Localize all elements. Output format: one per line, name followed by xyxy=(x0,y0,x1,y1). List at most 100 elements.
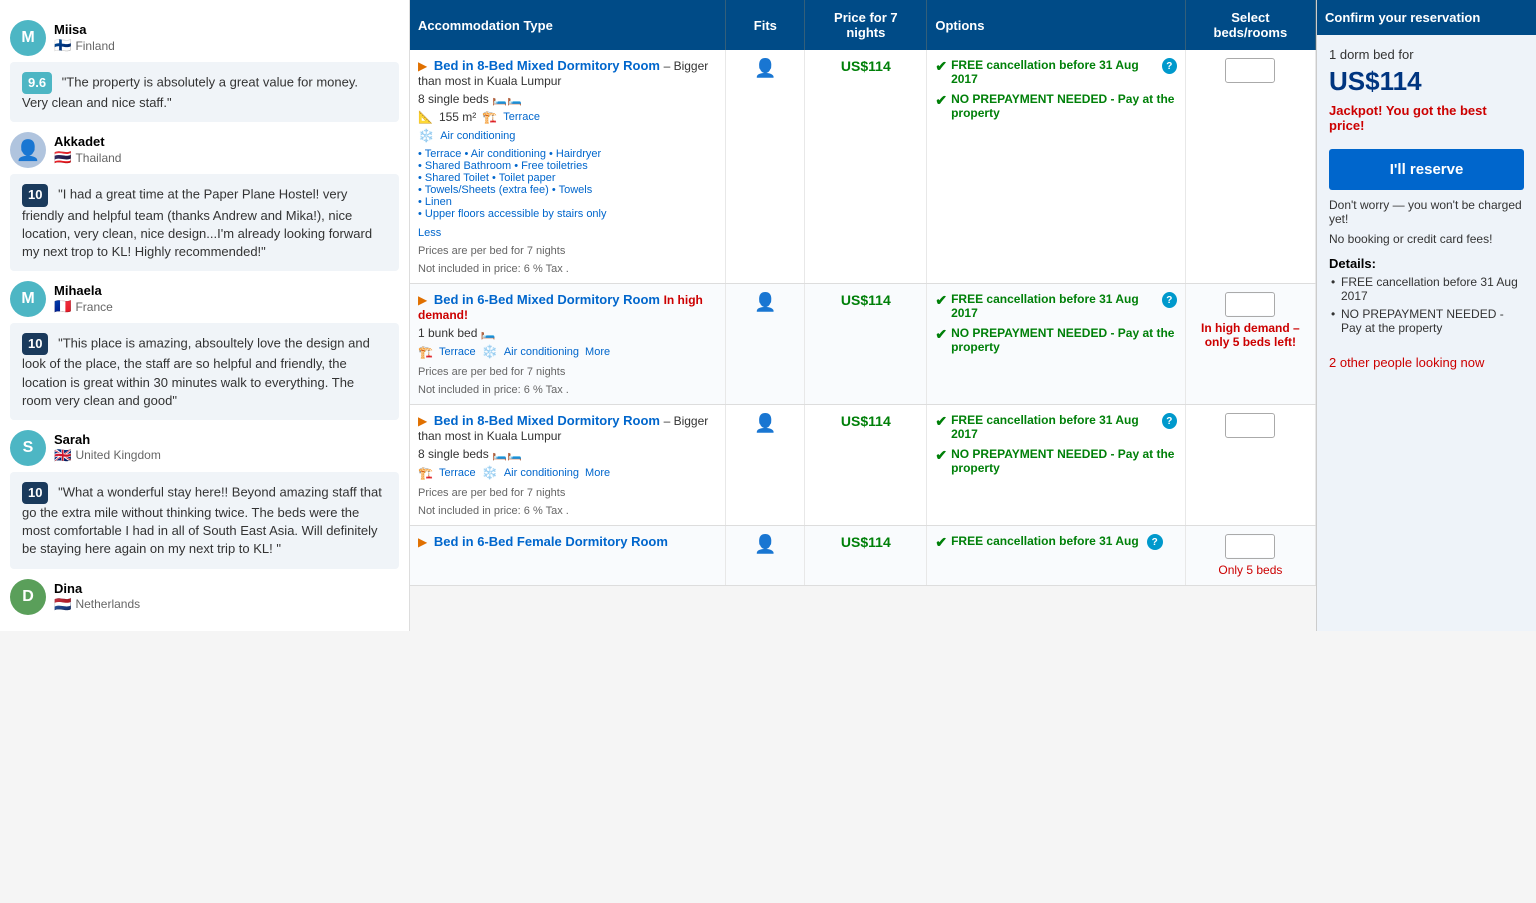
fits-cell: 👤 xyxy=(726,284,805,405)
check-icon: ✔ xyxy=(935,58,947,75)
option-no-prepayment: ✔ NO PREPAYMENT NEEDED - Pay at the prop… xyxy=(935,447,1176,475)
option-free-cancellation: ✔ FREE cancellation before 31 Aug 2017 ? xyxy=(935,292,1176,320)
option-free-cancellation: ✔ FREE cancellation before 31 Aug 2017 ? xyxy=(935,413,1176,441)
avatar: S xyxy=(10,430,46,466)
amenities-list: Terrace • Air conditioning • Hairdryer S… xyxy=(418,148,717,220)
ac-icon: ❄️ xyxy=(482,344,498,360)
fits-cell: 👤 xyxy=(726,405,805,526)
more-link[interactable]: More xyxy=(585,346,610,358)
reviewer-country: 🇳🇱 Netherlands xyxy=(54,596,140,613)
price-note: Prices are per bed for 7 nights xyxy=(418,366,717,378)
reviewer-country: 🇫🇮 Finland xyxy=(54,37,115,54)
quantity-spinner[interactable]: ▲ ▼ xyxy=(1225,58,1275,83)
reviewer-country: 🇹🇭 Thailand xyxy=(54,149,121,166)
only-left-note: Only 5 beds xyxy=(1194,563,1307,577)
header-fits: Fits xyxy=(726,0,805,50)
terrace-icon: 🏗️ xyxy=(418,466,433,480)
price-value: US$114 xyxy=(841,58,891,74)
reviewer-name: Dina xyxy=(54,581,140,596)
option-text: NO PREPAYMENT NEEDED - Pay at the proper… xyxy=(951,92,1177,120)
quantity-input[interactable] xyxy=(1226,294,1275,315)
orange-arrow-icon: ▶ xyxy=(418,293,427,307)
terrace-link[interactable]: Terrace xyxy=(503,111,540,123)
amenity-item: Shared Bathroom • Free toiletries xyxy=(418,160,717,172)
person-icon: 👤 xyxy=(754,292,776,312)
table-row: ▶ Bed in 6-Bed Female Dormitory Room 👤 U… xyxy=(410,526,1316,586)
option-free-cancellation: ✔ FREE cancellation before 31 Aug 2017 ? xyxy=(935,58,1176,86)
price-note-tax: Not included in price: 6 % Tax . xyxy=(418,263,717,275)
review-card: 10 "What a wonderful stay here!! Beyond … xyxy=(10,472,399,569)
header-select: Select beds/rooms xyxy=(1185,0,1315,50)
info-icon[interactable]: ? xyxy=(1147,534,1163,550)
price-value: US$114 xyxy=(841,292,891,308)
no-charge-text1: Don't worry — you won't be charged yet! xyxy=(1329,198,1524,226)
quantity-spinner[interactable]: ▲ ▼ xyxy=(1225,534,1275,559)
orange-arrow-icon: ▶ xyxy=(418,59,427,73)
review-card: 10 "This place is amazing, absoultely lo… xyxy=(10,323,399,420)
reserve-button[interactable]: I'll reserve xyxy=(1329,149,1524,190)
option-text: FREE cancellation before 31 Aug 2017 xyxy=(951,292,1154,320)
room-link[interactable]: Bed in 8-Bed Mixed Dormitory Room xyxy=(434,58,660,73)
more-link[interactable]: More xyxy=(585,467,610,479)
info-icon[interactable]: ? xyxy=(1162,413,1177,429)
quantity-input[interactable] xyxy=(1226,536,1275,557)
high-demand-note: In high demand – only 5 beds left! xyxy=(1194,321,1307,349)
room-link[interactable]: Bed in 6-Bed Mixed Dormitory Room xyxy=(434,292,660,307)
price-note: Prices are per bed for 7 nights xyxy=(418,245,717,257)
air-conditioning-link[interactable]: Air conditioning xyxy=(504,346,579,358)
no-charge-text2: No booking or credit card fees! xyxy=(1329,232,1524,246)
quantity-spinner[interactable]: ▲ ▼ xyxy=(1225,292,1275,317)
info-icon[interactable]: ? xyxy=(1162,292,1177,308)
person-icon: 👤 xyxy=(754,413,776,433)
price-value: US$114 xyxy=(841,413,891,429)
option-text: NO PREPAYMENT NEEDED - Pay at the proper… xyxy=(951,447,1177,475)
reviews-panel: M Miisa 🇫🇮 Finland 9.6 "The property is … xyxy=(0,0,410,631)
option-no-prepayment: ✔ NO PREPAYMENT NEEDED - Pay at the prop… xyxy=(935,326,1176,354)
reviewer-header: D Dina 🇳🇱 Netherlands xyxy=(10,579,399,615)
options-cell: ✔ FREE cancellation before 31 Aug 2017 ?… xyxy=(927,284,1185,405)
terrace-link[interactable]: Terrace xyxy=(439,467,476,479)
quantity-spinner[interactable]: ▲ ▼ xyxy=(1225,413,1275,438)
reviewer-name: Akkadet xyxy=(54,134,121,149)
option-text: FREE cancellation before 31 Aug 2017 xyxy=(951,58,1154,86)
info-icon[interactable]: ? xyxy=(1162,58,1177,74)
room-type-cell: ▶ Bed in 8-Bed Mixed Dormitory Room – Bi… xyxy=(410,405,726,526)
select-cell: ▲ ▼ In high demand – only 5 beds left! xyxy=(1185,284,1315,405)
less-link[interactable]: Less xyxy=(418,227,441,239)
score-badge: 10 xyxy=(22,333,48,355)
table-row: ▶ Bed in 8-Bed Mixed Dormitory Room – Bi… xyxy=(410,50,1316,284)
flag-icon: 🇹🇭 xyxy=(54,149,71,166)
review-card: 10 "I had a great time at the Paper Plan… xyxy=(10,174,399,271)
option-text: FREE cancellation before 31 Aug xyxy=(951,534,1139,548)
options-cell: ✔ FREE cancellation before 31 Aug 2017 ?… xyxy=(927,50,1185,284)
detail-item-1: FREE cancellation before 31 Aug 2017 xyxy=(1329,275,1524,303)
quantity-input[interactable] xyxy=(1226,60,1275,81)
terrace-icon: 🏗️ xyxy=(418,345,433,359)
check-icon: ✔ xyxy=(935,292,947,309)
price-cell: US$114 xyxy=(805,526,927,586)
person-icon: 👤 xyxy=(754,58,776,78)
check-icon: ✔ xyxy=(935,413,947,430)
confirm-panel: Confirm your reservation 1 dorm bed for … xyxy=(1316,0,1536,631)
room-link[interactable]: Bed in 8-Bed Mixed Dormitory Room xyxy=(434,413,660,428)
price-cell: US$114 xyxy=(805,284,927,405)
looking-now: 2 other people looking now xyxy=(1329,355,1524,370)
reviewer-country: 🇫🇷 France xyxy=(54,298,113,315)
air-conditioning-link[interactable]: Air conditioning xyxy=(504,467,579,479)
quantity-input[interactable] xyxy=(1226,415,1275,436)
amenity-item: Upper floors accessible by stairs only xyxy=(418,208,717,220)
air-conditioning-link[interactable]: Air conditioning xyxy=(440,130,515,142)
header-type: Accommodation Type xyxy=(410,0,726,50)
reviewer-header: M Miisa 🇫🇮 Finland xyxy=(10,20,399,56)
reviewer-name: Sarah xyxy=(54,432,161,447)
flag-icon: 🇫🇮 xyxy=(54,37,71,54)
accommodation-panel: Accommodation Type Fits Price for 7 nigh… xyxy=(410,0,1316,631)
amenity-item: Linen xyxy=(418,196,717,208)
fits-cell: 👤 xyxy=(726,50,805,284)
amenities-row: 🏗️ Terrace ❄️ Air conditioning More xyxy=(418,344,717,360)
score-badge: 9.6 xyxy=(22,72,52,94)
room-link[interactable]: Bed in 6-Bed Female Dormitory Room xyxy=(434,534,668,549)
option-no-prepayment: ✔ NO PREPAYMENT NEEDED - Pay at the prop… xyxy=(935,92,1176,120)
amenity-item: Terrace • Air conditioning • Hairdryer xyxy=(418,148,717,160)
terrace-link[interactable]: Terrace xyxy=(439,346,476,358)
